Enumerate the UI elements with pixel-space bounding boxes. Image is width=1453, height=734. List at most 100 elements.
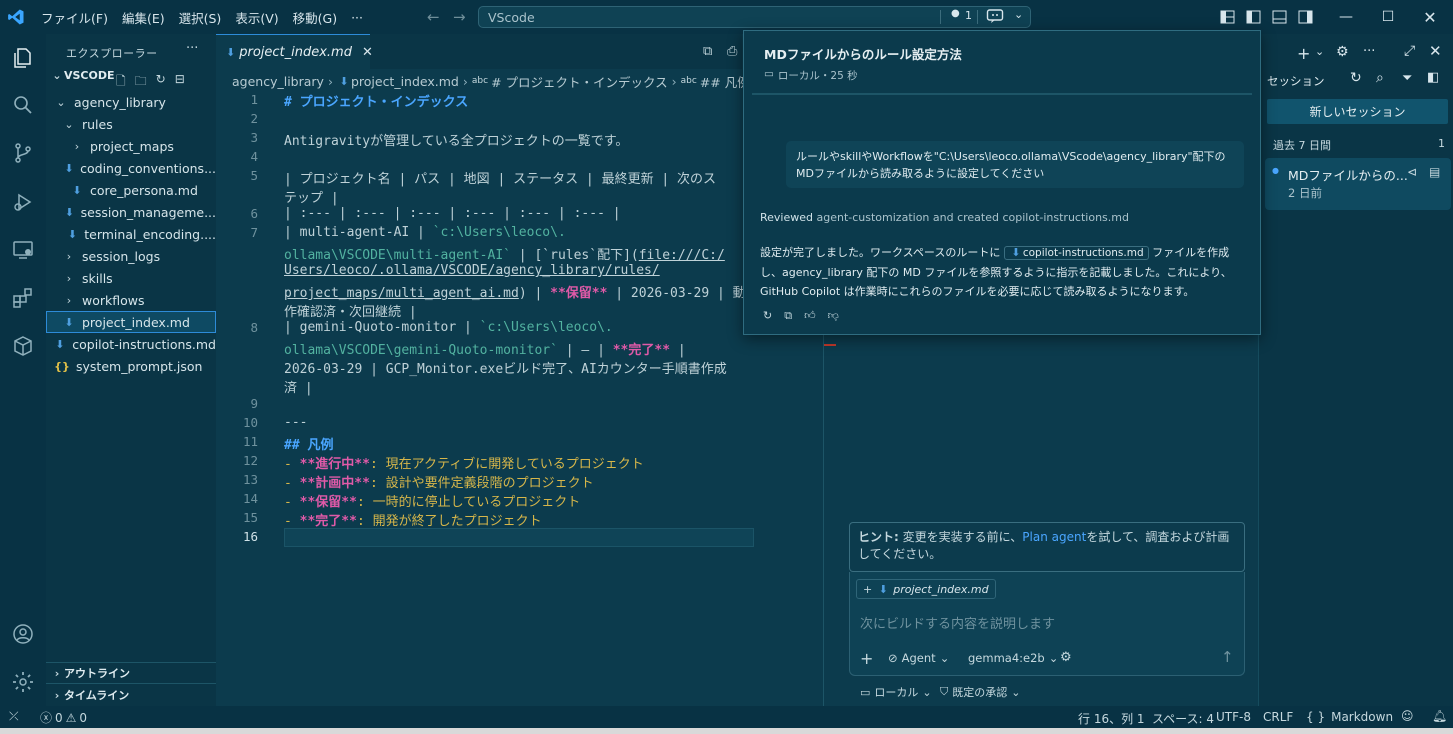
toggle-secondary-sidebar-icon[interactable] bbox=[1293, 0, 1317, 34]
code-link[interactable]: file:///C:/ bbox=[639, 248, 725, 263]
menu-file[interactable]: ファイル(F) bbox=[34, 8, 115, 27]
command-center[interactable]: VScode ● 1 ⌄ bbox=[478, 6, 1031, 28]
outline-section[interactable]: › アウトライン bbox=[50, 665, 130, 681]
open-preview-icon[interactable]: ⧉ bbox=[703, 44, 712, 59]
run-debug-icon[interactable] bbox=[8, 187, 38, 217]
indentation[interactable]: スペース: 4 bbox=[1152, 710, 1214, 727]
tree-item[interactable]: › project_maps bbox=[46, 135, 216, 157]
menu-go[interactable]: 移動(G) bbox=[286, 8, 344, 27]
tree-item[interactable]: ⌄ rules bbox=[46, 113, 216, 135]
code-line[interactable]: | gemini-Quoto-monitor | `c:\Users\leoco… bbox=[284, 320, 613, 335]
encoding[interactable]: UTF-8 bbox=[1216, 710, 1251, 724]
problems-indicator[interactable]: ⓧ 0 ⚠ 0 bbox=[40, 709, 87, 726]
search-icon[interactable] bbox=[8, 90, 38, 120]
code-link[interactable]: project_maps/multi_agent_ai.md bbox=[284, 286, 519, 301]
account-icon[interactable] bbox=[8, 619, 38, 649]
back-arrow-icon[interactable]: ← bbox=[427, 8, 440, 26]
containers-icon[interactable] bbox=[8, 331, 38, 361]
tree-item[interactable]: › skills bbox=[46, 267, 216, 289]
chat-input-placeholder[interactable]: 次にビルドする内容を説明します bbox=[860, 613, 1055, 632]
plan-agent-link[interactable]: Plan agent bbox=[1022, 530, 1086, 544]
code-line[interactable]: --- bbox=[284, 415, 307, 430]
code-line[interactable]: 2026-03-29 | GCP_Monitor.exeビルド完了、AIカウンタ… bbox=[284, 358, 727, 377]
pin-icon[interactable]: ⊲ bbox=[1407, 165, 1417, 179]
new-chat-icon[interactable]: + bbox=[1297, 44, 1310, 63]
tree-item[interactable]: ⬇ session_manageme... bbox=[46, 201, 216, 223]
tree-item[interactable]: › session_logs bbox=[46, 245, 216, 267]
tree-item[interactable]: › workflows bbox=[46, 289, 216, 311]
model-picker[interactable]: gemma4:e2b ⌄ bbox=[968, 651, 1058, 665]
code-line[interactable]: Antigravityが管理している全プロジェクトの一覧です。 bbox=[284, 130, 628, 149]
forward-arrow-icon[interactable]: → bbox=[453, 8, 466, 26]
send-icon[interactable]: ↑ bbox=[1221, 648, 1234, 666]
code-line[interactable]: ## 凡例 bbox=[284, 434, 333, 453]
new-file-icon[interactable]: 🗋 bbox=[116, 72, 126, 93]
code-line[interactable]: 作確認済・次回継続 | bbox=[284, 301, 417, 320]
thumbs-up-icon[interactable]: 👍︎ bbox=[804, 309, 816, 323]
maximize-icon[interactable]: ☐ bbox=[1368, 0, 1408, 34]
refresh-icon[interactable]: ↻ bbox=[1350, 70, 1362, 86]
tree-item[interactable]: ⬇ copilot-instructions.md bbox=[46, 333, 216, 355]
search-icon[interactable]: ⌕ bbox=[1376, 70, 1384, 86]
source-control-icon[interactable] bbox=[8, 138, 38, 168]
tree-item[interactable]: ⬇ core_persona.md bbox=[46, 179, 216, 201]
close-icon[interactable]: ✕ bbox=[1410, 0, 1450, 34]
add-context-icon[interactable]: + bbox=[863, 583, 872, 596]
toggle-panel-icon[interactable] bbox=[1267, 0, 1291, 34]
notifications-icon[interactable]: 🔔︎ bbox=[1432, 709, 1447, 723]
code-line[interactable]: | プロジェクト名 | パス | 地図 | ステータス | 最終更新 | 次のス bbox=[284, 168, 716, 187]
code-line[interactable]: # プロジェクト・インデックス bbox=[284, 91, 468, 110]
minimize-icon[interactable]: — bbox=[1326, 0, 1366, 34]
file-chip[interactable]: ⬇ copilot-instructions.md bbox=[1003, 246, 1149, 260]
close-chat-icon[interactable]: ✕ bbox=[1429, 42, 1442, 60]
session-item[interactable]: ● MDファイルからの... 2 日前 ⊲ ▤ bbox=[1265, 158, 1451, 210]
tools-icon[interactable]: ⚙ bbox=[1060, 650, 1072, 665]
code-line[interactable]: - **保留**: 一時的に停止しているプロジェクト bbox=[284, 491, 580, 510]
new-session-button[interactable]: 新しいセッション bbox=[1267, 99, 1448, 124]
archive-icon[interactable]: ▤ bbox=[1429, 165, 1440, 179]
chevron-down-icon[interactable]: ⌄ bbox=[1014, 8, 1023, 21]
breadcrumb-item[interactable]: project_index.md bbox=[351, 74, 459, 89]
print-icon[interactable]: ⎙ bbox=[727, 44, 737, 59]
tree-item[interactable]: {} system_prompt.json bbox=[46, 355, 216, 377]
extensions-icon[interactable] bbox=[8, 283, 38, 313]
remote-explorer-icon[interactable] bbox=[8, 235, 38, 265]
cursor-position[interactable]: 行 16、列 1 bbox=[1078, 710, 1145, 727]
tree-item[interactable]: ⬇ coding_conventions... bbox=[46, 157, 216, 179]
tree-item[interactable]: ⬇ project_index.md bbox=[46, 311, 216, 333]
breadcrumb-item[interactable]: # プロジェクト・インデックス bbox=[491, 72, 668, 91]
tab-close-icon[interactable]: ✕ bbox=[362, 45, 373, 60]
code-line[interactable]: ollama\VSCODE\gemini-Quoto-monitor` | — … bbox=[284, 339, 686, 358]
toggle-sidebar-icon[interactable] bbox=[1241, 0, 1265, 34]
copilot-icon[interactable]: ☺ bbox=[1401, 709, 1414, 723]
tab-project-index[interactable]: ⬇ project_index.md ✕ bbox=[216, 34, 373, 69]
add-icon[interactable]: + bbox=[860, 649, 873, 668]
menu-selection[interactable]: 選択(S) bbox=[172, 8, 229, 27]
filter-icon[interactable]: ⏷ bbox=[1402, 71, 1412, 86]
breadcrumb-item[interactable]: agency_library bbox=[232, 74, 324, 89]
menu-more[interactable]: ··· bbox=[344, 10, 370, 25]
maximize-chat-icon[interactable]: ⤢ bbox=[1404, 43, 1415, 59]
code-line[interactable]: - **進行中**: 現在アクティブに開発しているプロジェクト bbox=[284, 453, 644, 472]
code-line[interactable]: | :--- | :--- | :--- | :--- | :--- | :--… bbox=[284, 206, 621, 221]
eol[interactable]: CRLF bbox=[1263, 710, 1293, 724]
agent-picker[interactable]: ⊘ Agent ⌄ bbox=[888, 651, 949, 665]
more-actions-icon[interactable]: ··· bbox=[186, 41, 198, 56]
code-line[interactable]: テップ | bbox=[284, 187, 339, 206]
explorer-icon[interactable] bbox=[8, 43, 38, 73]
code-line[interactable]: ollama\VSCODE\multi-agent-AI` | [`rules`… bbox=[284, 244, 725, 263]
layout-icon[interactable] bbox=[1215, 0, 1239, 34]
attachment-chip[interactable]: + ⬇ project_index.md bbox=[856, 579, 996, 599]
tree-item[interactable]: ⬇ terminal_encoding.... bbox=[46, 223, 216, 245]
thumbs-down-icon[interactable]: 👎︎ bbox=[828, 309, 839, 323]
workspace-root[interactable]: ⌄ VSCODE bbox=[50, 69, 114, 82]
retry-icon[interactable]: ↻ bbox=[763, 309, 772, 323]
menu-view[interactable]: 表示(V) bbox=[228, 8, 285, 27]
toggle-layout-icon[interactable]: ◧ bbox=[1427, 70, 1439, 85]
new-folder-icon[interactable]: 🗀 bbox=[135, 72, 147, 93]
chevron-down-icon[interactable]: ⌄ bbox=[1315, 45, 1324, 58]
code-line[interactable]: 済 | bbox=[284, 377, 313, 396]
refresh-icon[interactable]: ↻ bbox=[156, 72, 166, 93]
copilot-chat-icon[interactable] bbox=[986, 8, 1004, 27]
code-line[interactable]: - **計画中**: 設計や要件定義段階のプロジェクト bbox=[284, 472, 594, 491]
